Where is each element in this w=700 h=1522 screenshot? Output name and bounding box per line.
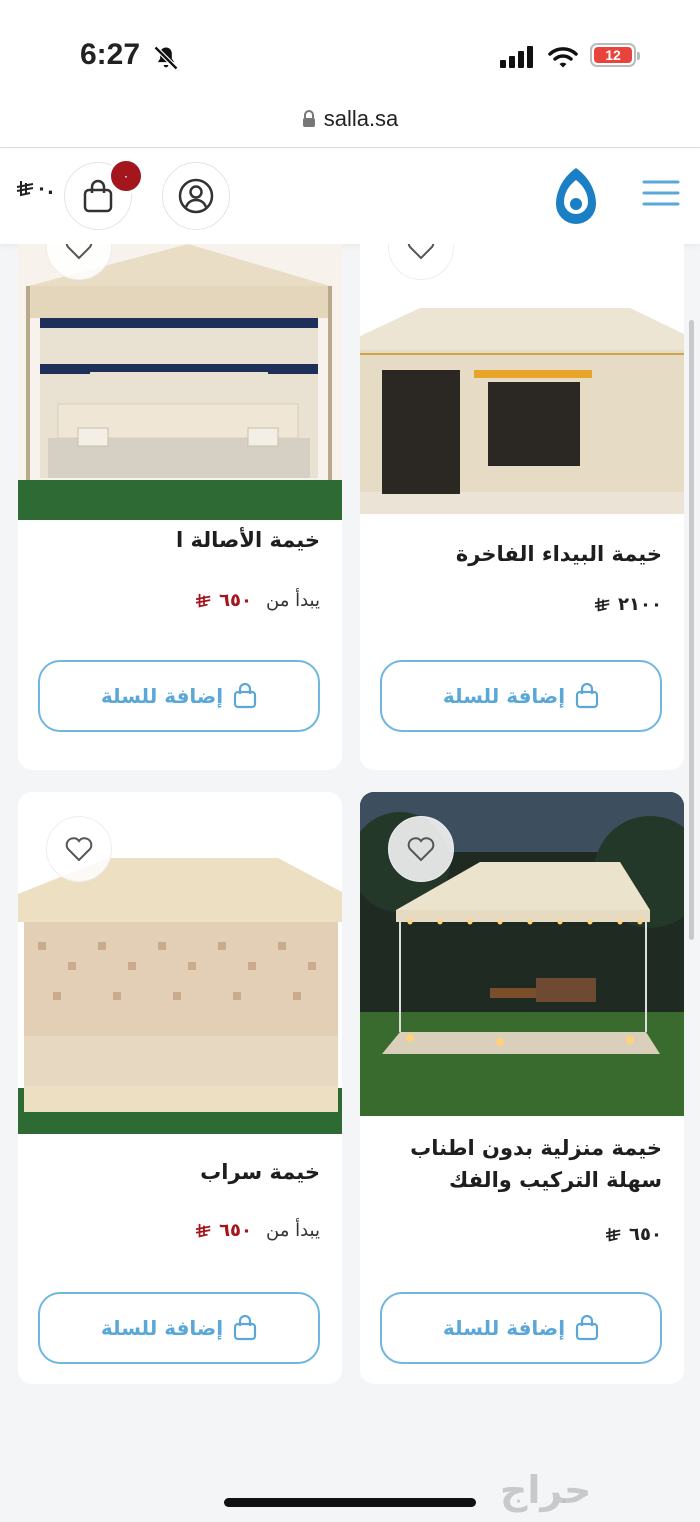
product-card[interactable]: خيمة الأصالة ا يبدأ من ٦٥٠ إضافة للسلة xyxy=(18,244,342,770)
product-price: ٢١٠٠ xyxy=(594,594,662,615)
account-icon xyxy=(178,178,214,214)
product-card[interactable]: خيمة سراب يبدأ من ٦٥٠ إضافة للسلة xyxy=(18,792,342,1384)
shopping-bag-icon xyxy=(576,683,599,709)
add-to-cart-button[interactable]: إضافة للسلة xyxy=(380,660,662,732)
add-to-cart-button[interactable]: إضافة للسلة xyxy=(38,1292,320,1364)
product-price: ٦٥٠ xyxy=(195,590,252,611)
cart-total: ٠. xyxy=(16,178,54,199)
home-indicator[interactable] xyxy=(224,1498,476,1507)
heart-icon xyxy=(407,244,435,260)
heart-icon xyxy=(407,837,435,862)
add-to-cart-button[interactable]: إضافة للسلة xyxy=(38,660,320,732)
product-price: ٦٥٠ xyxy=(605,1224,662,1245)
heart-icon xyxy=(65,837,93,862)
haraj-watermark: حراج xyxy=(500,1468,592,1512)
riyal-icon xyxy=(195,1223,211,1238)
add-to-cart-label: إضافة للسلة xyxy=(442,684,566,708)
price-row: يبدأ من ٦٥٠ xyxy=(195,590,320,611)
add-to-cart-label: إضافة للسلة xyxy=(442,1316,566,1340)
add-to-cart-button[interactable]: إضافة للسلة xyxy=(380,1292,662,1364)
price-row: ٢١٠٠ xyxy=(594,594,662,615)
product-title[interactable]: خيمة منزلية بدون اطناب سهلة التركيب والف… xyxy=(382,1132,662,1196)
product-card[interactable]: خيمة البيداء الفاخرة ٢١٠٠ إضافة للسلة xyxy=(360,244,684,770)
clock: 6:27 xyxy=(80,38,141,71)
favorite-button[interactable] xyxy=(46,816,112,882)
favorite-button[interactable] xyxy=(388,816,454,882)
product-card[interactable]: خيمة منزلية بدون اطناب سهلة التركيب والف… xyxy=(360,792,684,1384)
menu-icon[interactable] xyxy=(642,178,680,208)
product-price: ٦٥٠ xyxy=(195,1220,252,1241)
product-image[interactable] xyxy=(18,244,342,520)
wifi-icon xyxy=(548,47,578,68)
riyal-icon xyxy=(195,593,211,608)
bell-slash-icon xyxy=(153,45,179,71)
shopping-bag-icon xyxy=(576,1315,599,1341)
heart-icon xyxy=(65,244,93,260)
battery-level: 12 xyxy=(594,47,632,63)
add-to-cart-label: إضافة للسلة xyxy=(100,684,224,708)
store-logo[interactable] xyxy=(552,166,600,226)
shopping-bag-icon xyxy=(234,683,257,709)
product-grid: خيمة الأصالة ا يبدأ من ٦٥٠ إضافة للسلة خ… xyxy=(0,244,700,1522)
battery-indicator: 12 xyxy=(590,43,640,67)
price-label: يبدأ من xyxy=(266,1220,320,1241)
lock-icon xyxy=(302,109,315,127)
cart-count-badge: ٠ xyxy=(108,158,144,194)
product-title[interactable]: خيمة الأصالة ا xyxy=(176,524,320,556)
url-text: salla.sa xyxy=(323,105,399,131)
browser-url-bar[interactable]: salla.sa xyxy=(0,90,700,148)
product-title[interactable]: خيمة البيداء الفاخرة xyxy=(456,538,662,570)
product-image[interactable] xyxy=(360,244,684,540)
shopping-bag-icon xyxy=(234,1315,257,1341)
cellular-signal-icon xyxy=(500,46,533,68)
price-row: ٦٥٠ xyxy=(605,1224,662,1245)
price-label: يبدأ من xyxy=(266,590,320,611)
status-bar: 6:27 12 xyxy=(0,0,700,90)
scrollbar[interactable] xyxy=(689,320,694,940)
riyal-icon xyxy=(16,181,34,197)
account-button[interactable] xyxy=(162,162,230,230)
riyal-icon xyxy=(605,1227,621,1242)
product-title[interactable]: خيمة سراب xyxy=(200,1156,320,1188)
riyal-icon xyxy=(594,597,610,612)
price-row: يبدأ من ٦٥٠ xyxy=(195,1220,320,1241)
add-to-cart-label: إضافة للسلة xyxy=(100,1316,224,1340)
